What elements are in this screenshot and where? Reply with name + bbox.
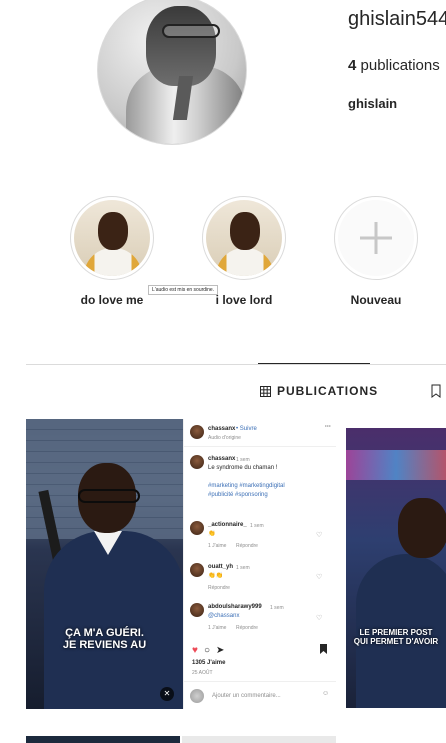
active-tab-indicator — [258, 363, 370, 364]
post-2-caption-line-2: QUI PERMET D'AVOIR — [353, 637, 439, 646]
profile-avatar[interactable] — [97, 0, 247, 145]
post-1-comments-panel: chassanx • Suivre Audio d'origine ··· ch… — [183, 419, 336, 709]
comment-avatar[interactable] — [190, 563, 204, 577]
post-2-caption: LE PREMIER POST QUI PERMET D'AVOIR — [346, 628, 446, 646]
video-caption-line-1: ÇA M'A GUÉRI. — [65, 627, 144, 639]
comment-avatar[interactable] — [190, 603, 204, 617]
video-caption: ÇA M'A GUÉRI. JE REVIENS AU — [26, 627, 183, 651]
viewer-avatar — [190, 689, 204, 703]
caption-hashtags-1[interactable]: #marketing #marketingdigital — [208, 483, 285, 489]
comment-time: 1 sem — [236, 565, 250, 571]
comment-reply[interactable]: Répondre — [236, 625, 258, 631]
caption-username[interactable]: chassanx — [208, 456, 235, 462]
highlight-cover-face — [98, 212, 128, 250]
add-comment-bar: Ajouter un commentaire... ☺ — [184, 681, 336, 709]
highlight-cover-body — [216, 248, 274, 276]
tab-publications[interactable]: PUBLICATIONS — [260, 384, 378, 398]
post-actions: ♥ ○ ➤ — [192, 645, 224, 656]
like-icon[interactable]: ♥ — [192, 645, 198, 656]
highlight-do-love-me[interactable]: do love me — [62, 196, 162, 307]
comment-time: 1 sem — [250, 523, 264, 529]
highlight-new[interactable]: Nouveau — [326, 196, 426, 307]
profile-full-name: ghislain — [348, 96, 398, 111]
audio-label[interactable]: Audio d'origine — [208, 435, 241, 441]
comment-text[interactable]: @chassanx — [208, 613, 239, 619]
post-1[interactable]: ÇA M'A GUÉRI. JE REVIENS AU ✕ chassanx •… — [26, 419, 336, 719]
publications-number: 4 — [348, 57, 357, 74]
share-icon[interactable]: ➤ — [216, 645, 224, 656]
highlight-label: do love me — [80, 293, 144, 307]
post-header: chassanx • Suivre Audio d'origine ··· — [184, 419, 336, 447]
comment-like-icon[interactable]: ♡ — [316, 531, 322, 539]
post-4[interactable] — [182, 736, 336, 743]
post-2[interactable]: LE PREMIER POST QUI PERMET D'AVOIR — [346, 428, 446, 708]
comment-likes[interactable]: 1 J'aime — [208, 625, 226, 631]
tabs-divider — [26, 364, 446, 365]
caption-text: Le syndrome du chaman ! — [208, 465, 278, 471]
caption-avatar[interactable] — [190, 455, 204, 469]
post-2-caption-line-1: LE PREMIER POST — [359, 628, 433, 637]
tab-publications-label: PUBLICATIONS — [277, 384, 379, 398]
video-person-body — [44, 531, 183, 709]
highlight-label: Nouveau — [350, 293, 402, 307]
comment-avatar[interactable] — [190, 521, 204, 535]
avatar-glasses — [162, 24, 220, 38]
save-icon[interactable] — [320, 644, 327, 654]
more-options-icon[interactable]: ··· — [325, 424, 331, 430]
video-caption-line-2: JE REVIENS AU — [62, 639, 147, 651]
comment-like-icon[interactable]: ♡ — [316, 573, 322, 581]
emoji-icon[interactable]: ☺ — [322, 690, 329, 697]
comment-reply[interactable]: Répondre — [208, 585, 230, 591]
comment-icon[interactable]: ○ — [204, 645, 210, 656]
comment-likes[interactable]: 1 J'aime — [208, 543, 226, 549]
highlight-ring — [70, 196, 154, 280]
comment-time: 1 sem — [270, 605, 284, 611]
post-date: 25 AOÛT — [192, 670, 213, 676]
profile-username: ghislain544 — [348, 8, 446, 30]
add-comment-input[interactable]: Ajouter un commentaire... — [212, 693, 281, 699]
comment-username[interactable]: _actionnaire_ — [208, 522, 247, 528]
caption-time: 1 sem — [236, 457, 250, 463]
muted-tooltip: L'audio est mis en sourdine. — [148, 285, 219, 295]
highlight-cover-body — [84, 248, 142, 276]
highlight-ring — [202, 196, 286, 280]
caption-hashtags-2[interactable]: #publicité #sponsoring — [208, 492, 268, 498]
publications-count[interactable]: 4 publications — [348, 57, 440, 74]
post-3[interactable] — [26, 736, 180, 743]
publications-label: publications — [360, 57, 440, 74]
highlight-ring — [334, 196, 418, 280]
comment-username[interactable]: ouatt_yh — [208, 564, 233, 570]
comment-text: 👏👏 — [208, 573, 223, 579]
post-2-lights — [346, 450, 446, 480]
follow-link[interactable]: • Suivre — [236, 426, 257, 432]
highlight-cover — [74, 200, 150, 276]
plus-icon — [338, 200, 414, 276]
avatar-head — [146, 6, 216, 86]
highlight-label: i love lord — [215, 293, 273, 307]
highlight-cover-face — [230, 212, 260, 250]
comment-like-icon[interactable]: ♡ — [316, 614, 322, 622]
post-2-person-head — [398, 498, 446, 558]
comment-username[interactable]: abdoulsharawy999 — [208, 604, 262, 610]
post-1-video[interactable]: ÇA M'A GUÉRI. JE REVIENS AU ✕ — [26, 419, 183, 709]
bookmark-icon[interactable] — [430, 384, 446, 398]
grid-icon — [260, 385, 271, 397]
muted-speaker-icon[interactable]: ✕ — [160, 687, 174, 701]
comment-reply[interactable]: Répondre — [236, 543, 258, 549]
author-avatar[interactable] — [190, 425, 204, 439]
likes-total[interactable]: 1305 J'aime — [192, 660, 225, 666]
comment-text: 👏 — [208, 531, 216, 537]
highlight-cover — [206, 200, 282, 276]
author-username[interactable]: chassanx — [208, 426, 235, 432]
video-person-glasses — [78, 489, 140, 503]
